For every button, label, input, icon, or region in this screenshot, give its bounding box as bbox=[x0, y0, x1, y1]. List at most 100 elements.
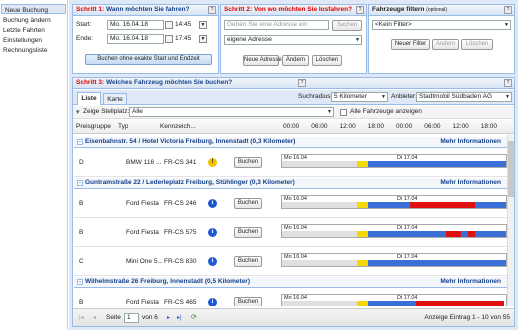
availability-segment bbox=[282, 260, 358, 266]
next-page-icon[interactable]: ▸ bbox=[167, 314, 170, 321]
new-address-button[interactable]: Neue Adresse bbox=[243, 55, 282, 66]
start-time[interactable]: 14:45 bbox=[175, 21, 191, 29]
type-cell: Ford Fiesta bbox=[126, 200, 159, 207]
info-icon[interactable]: i bbox=[208, 257, 217, 266]
sidebar-item-letzte-fahrten[interactable]: Letzte Fahrten bbox=[0, 25, 67, 35]
book-button[interactable]: Buchen bbox=[234, 157, 262, 168]
availability-timeline[interactable]: Mo 16.04 Di 17.04 bbox=[281, 154, 507, 168]
warning-icon[interactable]: ! bbox=[208, 158, 217, 167]
availability-timeline[interactable]: Mo 16.04 Di 17.04 bbox=[281, 224, 507, 238]
more-info-link[interactable]: Mehr Informationen bbox=[440, 178, 501, 188]
availability-segment bbox=[368, 260, 398, 266]
availability-timeline[interactable]: Mo 16.04 Di 17.04 bbox=[281, 195, 507, 209]
plate-cell: FR-CS 341 bbox=[164, 159, 197, 166]
filter-select-value: <Kein Filter> bbox=[375, 21, 412, 28]
delete-filter-button[interactable]: Löschen bbox=[461, 39, 493, 50]
sidebar-item-neue-buchung[interactable]: Neue Buchung bbox=[1, 4, 66, 14]
scrollbar-thumb[interactable] bbox=[508, 141, 514, 197]
more-info-link[interactable]: Mehr Informationen bbox=[440, 137, 501, 147]
vehicle-row[interactable]: D BMW 116 ... FR-CS 341! Buchen Mo 16.04 Di 1… bbox=[74, 149, 507, 177]
vehicle-row[interactable]: B Ford Fiesta FR-CS 465 i Buchen Mo 16.04 Di 1… bbox=[74, 289, 507, 306]
calendar-icon[interactable] bbox=[165, 21, 173, 29]
help-icon[interactable]: ? bbox=[208, 6, 216, 14]
type-cell: Ford Fiesta bbox=[126, 299, 159, 306]
info-icon[interactable]: i bbox=[208, 228, 217, 237]
availability-segment bbox=[357, 161, 369, 167]
page-of-label: von 6 bbox=[142, 314, 158, 321]
col-typ[interactable]: Typ bbox=[118, 123, 128, 131]
info-icon[interactable]: i bbox=[208, 199, 217, 208]
prev-page-icon[interactable]: ◂ bbox=[93, 314, 96, 321]
end-time[interactable]: 17:45 bbox=[175, 35, 191, 43]
vehicle-row[interactable]: B Ford Fiesta FR-CS 575 i Buchen Mo 16.04 Di 1… bbox=[74, 219, 507, 247]
radius-label: Suchradius: bbox=[298, 93, 333, 100]
group-row[interactable]: - Wilhelmstraße 26 Freiburg, Innenstadt (… bbox=[74, 277, 507, 288]
stellplatz-select[interactable]: Alle ▼ bbox=[129, 107, 334, 117]
all-vehicles-checkbox[interactable] bbox=[340, 109, 347, 116]
help-icon[interactable]: ? bbox=[504, 79, 512, 87]
time-tick-label: 00:00 bbox=[283, 123, 300, 130]
pager-bar: |◂ ◂ Seite 1 von 6 ▸ ▸| ⟳ Anzeige Eintra… bbox=[73, 308, 514, 326]
info-icon[interactable]: i bbox=[208, 298, 217, 306]
book-button[interactable]: Buchen bbox=[234, 198, 262, 209]
group-row[interactable]: - Eisenbahnstr. 54 / Hotel Victoria Freib… bbox=[74, 137, 507, 148]
price-group-cell: C bbox=[79, 258, 84, 265]
step3-num: Schritt 3: bbox=[76, 79, 105, 86]
start-date-field[interactable]: Mo. 16.04.18 bbox=[107, 20, 164, 30]
collapse-icon[interactable]: - bbox=[77, 279, 83, 285]
sidebar-item-rechnungsliste[interactable]: Rechnungsliste bbox=[0, 45, 67, 55]
tab-karte[interactable]: Karte bbox=[103, 93, 127, 105]
help-icon[interactable]: ? bbox=[504, 6, 512, 14]
col-preisgruppe[interactable]: Preisgruppe bbox=[76, 123, 111, 131]
provider-select[interactable]: Stadtmobil Südbaden AG ▼ bbox=[416, 92, 512, 102]
filter-select[interactable]: <Kein Filter> ▼ bbox=[372, 20, 511, 30]
vehicle-row[interactable]: C Mini One 5... FR-CS 830 i Buchen Mo 16.04 Di… bbox=[74, 248, 507, 276]
refresh-icon[interactable]: ⟳ bbox=[191, 313, 197, 321]
calendar-icon[interactable] bbox=[165, 35, 173, 43]
sidebar-item-buchung-aendern[interactable]: Buchung ändern bbox=[0, 15, 67, 25]
chevron-down-icon: ▼ bbox=[327, 109, 332, 115]
radius-select[interactable]: 5 Kilometer ▼ bbox=[331, 92, 388, 102]
time-tick-label: 06:00 bbox=[424, 123, 441, 130]
type-cell: Mini One 5... bbox=[126, 258, 162, 265]
group-row[interactable]: - Guntramstraße 22 / Lederleplatz Freibur… bbox=[74, 178, 507, 189]
page-label: Seite bbox=[106, 314, 121, 321]
last-page-icon[interactable]: ▸| bbox=[177, 314, 182, 321]
new-filter-button[interactable]: Neuer Filter bbox=[391, 39, 430, 50]
help-icon[interactable]: ? bbox=[356, 6, 364, 14]
availability-segment bbox=[368, 301, 398, 306]
col-kennzeichen[interactable]: Kennzeich... bbox=[160, 123, 200, 131]
search-button[interactable]: Suchen bbox=[332, 20, 362, 31]
help-icon[interactable]: ? bbox=[298, 79, 306, 87]
collapse-icon[interactable]: - bbox=[77, 180, 83, 186]
step3-title: Welches Fahrzeug möchten Sie buchen? bbox=[105, 79, 233, 86]
end-date-field[interactable]: Mo. 16.04.18 bbox=[107, 34, 164, 44]
more-info-link[interactable]: Mehr Informationen bbox=[440, 277, 501, 287]
sidebar-item-einstellungen[interactable]: Einstellungen bbox=[0, 35, 67, 45]
availability-timeline[interactable]: Mo 16.04 Di 17.04 bbox=[281, 253, 507, 267]
book-without-time-button[interactable]: Buchen ohne exakte Start und Endzeit bbox=[85, 54, 212, 65]
delete-address-button[interactable]: Löschen bbox=[312, 55, 342, 66]
end-time-dropdown-icon[interactable]: ▼ bbox=[199, 35, 207, 43]
step2-title: Von wo möchten Sie losfahren? bbox=[253, 6, 353, 13]
first-page-icon[interactable]: |◂ bbox=[79, 314, 84, 321]
start-time-dropdown-icon[interactable]: ▼ bbox=[199, 21, 207, 29]
address-select-value: eigene Adresse bbox=[227, 36, 272, 43]
page-input[interactable]: 1 bbox=[124, 313, 139, 323]
address-input[interactable]: Geben Sie eine Adresse ein bbox=[224, 20, 329, 30]
time-tick-label: 12:00 bbox=[339, 123, 356, 130]
scrollbar[interactable] bbox=[507, 135, 514, 306]
book-button[interactable]: Buchen bbox=[234, 256, 262, 267]
book-button[interactable]: Buchen bbox=[234, 227, 262, 238]
time-tick-label: 06:00 bbox=[311, 123, 328, 130]
availability-segment bbox=[368, 161, 398, 167]
address-select[interactable]: eigene Adresse ▼ bbox=[224, 35, 362, 45]
vehicle-row[interactable]: B Ford Fiesta FR-CS 246 i Buchen Mo 16.04 Di 1… bbox=[74, 190, 507, 218]
change-address-button[interactable]: Ändern bbox=[282, 55, 309, 66]
tab-liste[interactable]: Liste bbox=[77, 92, 101, 105]
book-button[interactable]: Buchen bbox=[234, 297, 262, 306]
availability-timeline[interactable]: Mo 16.04 Di 17.04 bbox=[281, 294, 507, 306]
availability-segment bbox=[368, 202, 398, 208]
change-filter-button[interactable]: Ändern bbox=[432, 39, 459, 50]
collapse-icon[interactable]: - bbox=[77, 139, 83, 145]
